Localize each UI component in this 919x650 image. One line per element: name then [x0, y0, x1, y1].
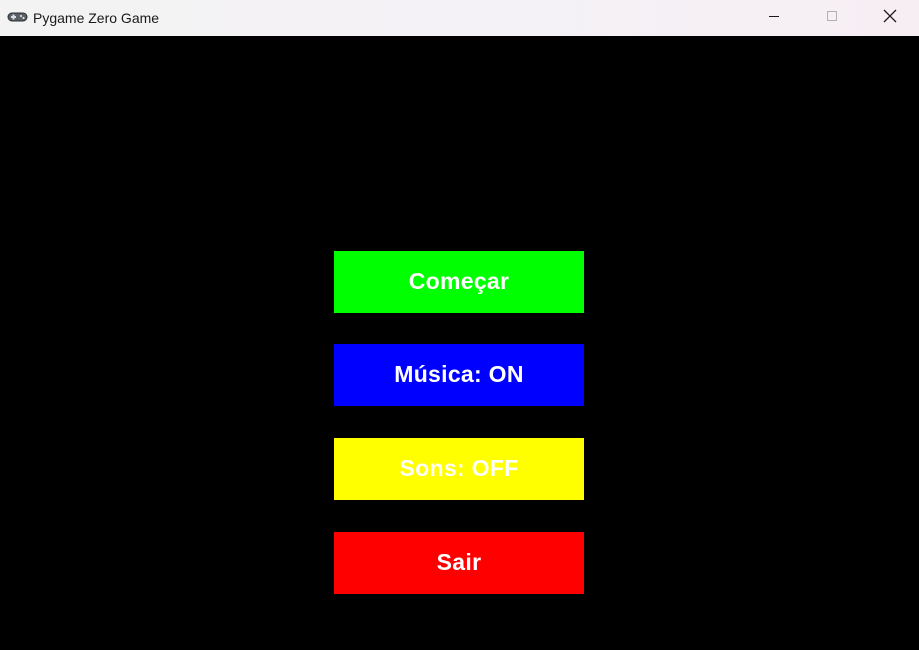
quit-button-label: Sair	[436, 548, 482, 575]
music-toggle-label: Música: ON	[394, 360, 524, 387]
minimize-button[interactable]	[745, 0, 803, 36]
minimize-icon	[768, 9, 780, 27]
maximize-button[interactable]	[803, 0, 861, 36]
start-button-label: Começar	[408, 267, 510, 294]
title-bar[interactable]: Pygame Zero Game	[0, 0, 919, 36]
app-window: Pygame Zero Game Começar Música: ON Sons…	[0, 0, 919, 650]
close-button[interactable]	[861, 0, 919, 36]
game-canvas: Começar Música: ON Sons: OFF Sair	[0, 36, 919, 650]
music-toggle-button[interactable]: Música: ON	[334, 344, 584, 406]
maximize-icon	[826, 9, 838, 27]
start-button[interactable]: Começar	[334, 251, 584, 313]
window-title: Pygame Zero Game	[33, 10, 160, 26]
close-icon	[883, 9, 897, 28]
sounds-toggle-button[interactable]: Sons: OFF	[334, 438, 584, 500]
gamepad-icon	[7, 10, 28, 24]
sounds-toggle-label: Sons: OFF	[399, 454, 519, 481]
quit-button[interactable]: Sair	[334, 532, 584, 594]
